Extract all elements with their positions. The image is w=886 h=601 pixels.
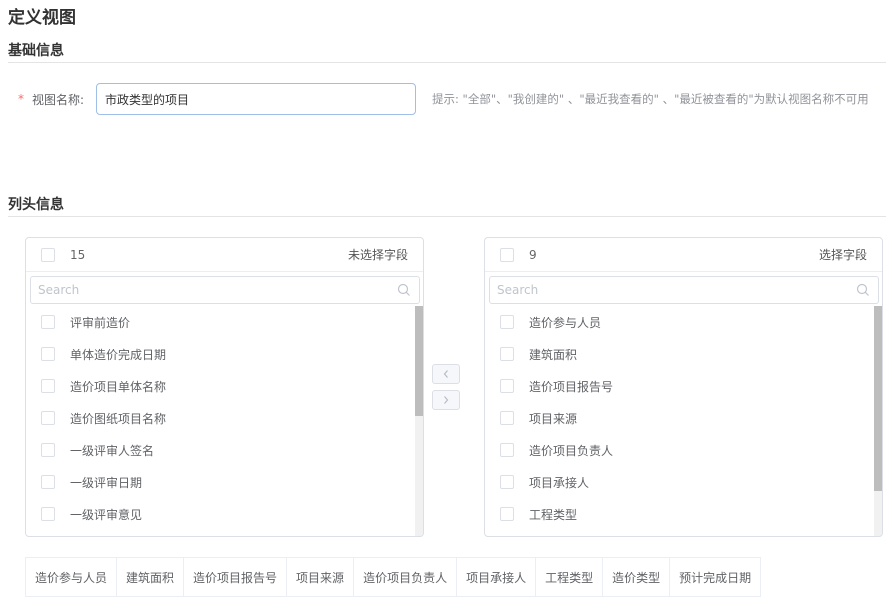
selected-panel-header: 9 选择字段 (485, 238, 882, 272)
list-item[interactable]: 一级评审日期 (26, 466, 423, 498)
page-title: 定义视图 (8, 8, 76, 28)
list-item-label: 造价参与人员 (529, 315, 602, 330)
columns-section-title: 列头信息 (8, 197, 64, 213)
list-item[interactable]: 建筑面积 (485, 338, 882, 370)
unselected-scrollbar-thumb[interactable] (415, 306, 423, 416)
item-checkbox[interactable] (41, 315, 55, 329)
unselected-search (30, 276, 420, 304)
unselected-panel-header: 15 未选择字段 (26, 238, 423, 272)
item-checkbox[interactable] (500, 347, 514, 361)
unselected-search-input[interactable] (31, 277, 419, 303)
column-header-cell[interactable]: 造价参与人员 (26, 558, 118, 596)
selected-fields-list: 造价参与人员 建筑面积 造价项目报告号 项目来源 造价项目负责人 项目承接人 工… (485, 306, 882, 536)
list-item-label: 单体造价完成日期 (70, 347, 167, 362)
list-item[interactable]: 工程类型 (485, 498, 882, 530)
select-all-selected-checkbox[interactable] (500, 247, 514, 262)
selected-caption: 选择字段 (818, 248, 867, 262)
list-item[interactable]: 一级评审人签名 (26, 434, 423, 466)
list-item-label: 一级评审意见 (70, 507, 143, 522)
unselected-fields-panel: 15 未选择字段 评审前造价 单体造价完成日期 造价项目单体名称 造价图纸项目名… (25, 237, 424, 537)
list-item-label: 造价图纸项目名称 (70, 411, 167, 426)
item-checkbox[interactable] (41, 347, 55, 361)
list-item[interactable]: 造价参与人员 (485, 306, 882, 338)
list-item[interactable]: 一级评审意见 (26, 498, 423, 530)
move-left-button[interactable] (432, 364, 460, 384)
selected-scrollbar-thumb[interactable] (874, 306, 882, 491)
list-item-label: 工程类型 (529, 507, 578, 522)
list-item-label: 项目承接人 (529, 475, 590, 490)
item-checkbox[interactable] (500, 379, 514, 393)
item-checkbox[interactable] (41, 379, 55, 393)
search-icon (397, 283, 410, 296)
list-item-label: 造价项目负责人 (529, 443, 614, 458)
column-header-cell[interactable]: 建筑面积 (117, 558, 185, 596)
search-icon (856, 283, 869, 296)
unselected-count: 15 (70, 247, 86, 262)
selected-search-input[interactable] (490, 277, 878, 303)
unselected-caption: 未选择字段 (347, 248, 408, 262)
selected-count: 9 (529, 247, 537, 262)
list-item[interactable]: 单体造价完成日期 (26, 338, 423, 370)
list-item-label: 项目来源 (529, 411, 578, 426)
item-checkbox[interactable] (500, 411, 514, 425)
item-checkbox[interactable] (500, 507, 514, 521)
columns-divider (8, 216, 886, 217)
unselected-fields-list: 评审前造价 单体造价完成日期 造价项目单体名称 造价图纸项目名称 一级评审人签名… (26, 306, 423, 536)
column-header-cell[interactable]: 造价项目报告号 (184, 558, 288, 596)
list-item-label: 评审前造价 (70, 315, 131, 330)
chevron-left-icon (443, 370, 448, 378)
list-item[interactable]: 项目承接人 (485, 466, 882, 498)
selected-search (489, 276, 879, 304)
column-header-cell[interactable]: 预计完成日期 (670, 558, 760, 596)
list-item-label: 一级评审日期 (70, 475, 143, 490)
view-name-label: 视图名称: (32, 92, 85, 107)
view-name-row: * 视图名称: 提示: "全部"、"我创建的" 、"最近我查看的" 、"最近被查… (18, 83, 869, 115)
view-name-input[interactable] (96, 83, 416, 115)
list-item[interactable]: 造价图纸项目名称 (26, 402, 423, 434)
item-checkbox[interactable] (41, 411, 55, 425)
item-checkbox[interactable] (41, 443, 55, 457)
move-right-button[interactable] (432, 390, 460, 410)
item-checkbox[interactable] (500, 315, 514, 329)
view-name-hint: 提示: "全部"、"我创建的" 、"最近我查看的" 、"最近被查看的"为默认视图… (432, 92, 869, 106)
column-header-cell[interactable]: 造价项目负责人 (354, 558, 458, 596)
basic-info-divider (8, 62, 886, 63)
selected-columns-preview: 造价参与人员 建筑面积 造价项目报告号 项目来源 造价项目负责人 项目承接人 工… (25, 557, 762, 597)
basic-info-section-title: 基础信息 (8, 43, 64, 59)
list-item[interactable]: 造价项目负责人 (485, 434, 882, 466)
item-checkbox[interactable] (41, 475, 55, 489)
list-item-label: 造价项目报告号 (529, 379, 614, 394)
select-all-unselected-checkbox[interactable] (41, 247, 55, 262)
list-item[interactable]: 项目来源 (485, 402, 882, 434)
column-header-cell[interactable]: 工程类型 (536, 558, 604, 596)
required-mark: * (18, 92, 24, 106)
column-header-cell[interactable]: 造价类型 (603, 558, 671, 596)
chevron-right-icon (444, 396, 449, 404)
item-checkbox[interactable] (500, 443, 514, 457)
list-item-label: 造价项目单体名称 (70, 379, 167, 394)
list-item-label: 建筑面积 (529, 347, 578, 362)
item-checkbox[interactable] (41, 507, 55, 521)
item-checkbox[interactable] (500, 475, 514, 489)
column-header-cell[interactable]: 项目来源 (287, 558, 355, 596)
selected-fields-panel: 9 选择字段 造价参与人员 建筑面积 造价项目报告号 项目来源 造价项目负责人 … (484, 237, 883, 537)
list-item[interactable]: 造价项目报告号 (485, 370, 882, 402)
list-item-label: 一级评审人签名 (70, 443, 155, 458)
column-header-cell[interactable]: 项目承接人 (457, 558, 537, 596)
list-item[interactable]: 评审前造价 (26, 306, 423, 338)
list-item[interactable]: 造价项目单体名称 (26, 370, 423, 402)
